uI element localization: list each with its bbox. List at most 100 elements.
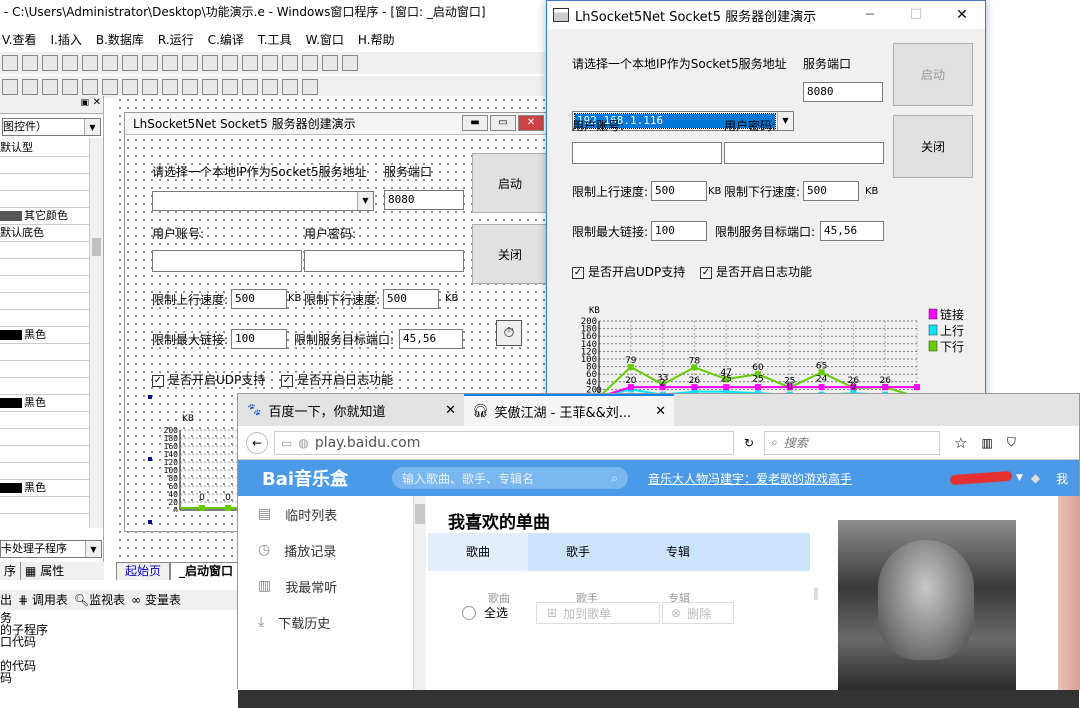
toolbar-button-icon[interactable] <box>182 55 198 71</box>
toolbar-button-icon[interactable] <box>82 79 98 95</box>
df-start-button[interactable]: 启动 <box>472 153 548 213</box>
selection-handle[interactable] <box>148 395 152 399</box>
reading-list-icon[interactable]: ▥ <box>982 436 993 450</box>
toolbar-button-icon[interactable] <box>302 79 318 95</box>
property-row[interactable] <box>0 463 89 480</box>
toolbar-button-icon[interactable] <box>222 55 238 71</box>
df-down-field[interactable]: 500 <box>383 289 439 309</box>
tab-program[interactable]: 序 <box>0 562 22 580</box>
timer-icon[interactable]: ⏱ <box>496 320 522 346</box>
property-row[interactable]: 默认底色 <box>0 225 89 242</box>
tab-properties[interactable]: ▦ 属性 <box>21 562 68 580</box>
sidebar-scrollbar[interactable] <box>414 496 426 690</box>
property-row[interactable]: 其它颜色 <box>0 208 89 225</box>
menu-item-5[interactable]: T.工具 <box>258 30 292 50</box>
tab-output[interactable]: 出 <box>0 590 12 610</box>
menu-item-1[interactable]: I.插入 <box>50 30 81 50</box>
scrollbar-thumb[interactable] <box>92 238 101 256</box>
star-icon[interactable]: ☆ <box>954 434 967 452</box>
close-icon[interactable]: ✕ <box>445 403 456 418</box>
chevron-down-icon[interactable]: ▼ <box>84 119 100 135</box>
property-row[interactable] <box>0 344 89 361</box>
sidebar-item-0[interactable]: ▤ 临时列表 <box>238 496 413 532</box>
toolbar-button-icon[interactable] <box>242 55 258 71</box>
toolbar-button-icon[interactable] <box>122 55 138 71</box>
toolbar-button-icon[interactable] <box>42 79 58 95</box>
close-icon[interactable]: ✕ <box>93 97 101 108</box>
select-all-checkbox[interactable]: 全选 <box>462 604 508 621</box>
tab-songs[interactable]: 歌曲 <box>428 533 528 571</box>
close-button[interactable]: 关闭 <box>893 115 973 178</box>
menu-item-3[interactable]: R.运行 <box>158 30 194 50</box>
property-row[interactable] <box>0 259 89 276</box>
selection-handle[interactable] <box>148 457 152 461</box>
property-row[interactable]: 黑色 <box>0 395 89 412</box>
toolbar-button-icon[interactable] <box>202 79 218 95</box>
property-row[interactable] <box>0 157 89 174</box>
port-field[interactable]: 8080 <box>803 82 883 102</box>
toolbar-button-icon[interactable] <box>242 79 258 95</box>
toolbar-button-icon[interactable] <box>182 79 198 95</box>
toolbar-button-icon[interactable] <box>122 79 138 95</box>
toolbar-button-icon[interactable] <box>22 79 38 95</box>
pass-field[interactable] <box>724 142 884 164</box>
toolbar-button-icon[interactable] <box>22 55 38 71</box>
property-row[interactable] <box>0 191 89 208</box>
close-icon[interactable]: ✕ <box>655 404 666 419</box>
chevron-down-icon[interactable]: ▼ <box>357 192 373 210</box>
url-bar[interactable]: ▭ ◍ play.baidu.com <box>274 430 734 455</box>
df-udp-checkbox[interactable]: ✓ 是否开启UDP支持 <box>152 371 265 388</box>
udp-checkbox[interactable]: ✓ 是否开启UDP支持 <box>572 263 685 280</box>
chevron-down-icon[interactable]: ▼ <box>85 541 101 557</box>
sidebar-item-1[interactable]: ◷ 播放记录 <box>238 532 413 568</box>
toolbar-button-icon[interactable] <box>162 79 178 95</box>
maxconn-field[interactable]: 100 <box>651 221 707 241</box>
tab-start-page[interactable]: 起始页 <box>116 562 171 580</box>
property-row[interactable] <box>0 378 89 395</box>
property-row[interactable]: 默认型 <box>0 140 89 157</box>
toolbar-button-icon[interactable] <box>82 55 98 71</box>
minimize-button[interactable]: ─ <box>847 1 893 29</box>
menu-item-2[interactable]: B.数据库 <box>96 30 144 50</box>
music-search-input[interactable]: 输入歌曲、歌手、专辑名 ⌕ <box>392 467 628 489</box>
toolbar-button-icon[interactable] <box>2 55 18 71</box>
sidebar-item-3[interactable]: ⤓ 下载历史 <box>238 604 413 640</box>
delete-button[interactable]: ⊗ 删除 <box>662 602 734 624</box>
reload-icon[interactable]: ↻ <box>744 436 754 450</box>
socket5-window[interactable]: LhSocket5Net Socket5 服务器创建演示 ─ ☐ ✕ 请选择一个… <box>546 0 986 422</box>
tab-startup-window[interactable]: _启动窗口 <box>170 562 243 580</box>
toolbar-button-icon[interactable] <box>62 55 78 71</box>
promo-link[interactable]: 音乐大人物冯建宇：爱老歌的游戏高手 <box>648 470 938 487</box>
up-field[interactable]: 500 <box>651 181 707 201</box>
target-field[interactable]: 45,56 <box>820 221 884 241</box>
df-close-button[interactable]: 关闭 <box>472 224 548 284</box>
close-window-button[interactable]: ✕ <box>939 1 985 29</box>
df-ip-combo[interactable]: ▼ <box>152 191 374 211</box>
pocket-icon[interactable]: ⛉ <box>1007 435 1016 450</box>
component-combo[interactable]: 图控件） ▼ <box>2 118 101 136</box>
df-pass-field[interactable] <box>304 250 464 272</box>
menu-item-7[interactable]: H.帮助 <box>358 30 395 50</box>
df-target-field[interactable]: 45,56 <box>399 329 463 349</box>
df-port-field[interactable]: 8080 <box>384 190 464 210</box>
menu-item-6[interactable]: W.窗口 <box>306 30 344 50</box>
pin-icon[interactable]: ▣ <box>80 98 89 108</box>
tab-albums[interactable]: 专辑 <box>628 533 728 571</box>
df-log-checkbox[interactable]: ✓ 是否开启日志功能 <box>281 371 393 388</box>
toolbar-button-icon[interactable] <box>142 55 158 71</box>
browser-window[interactable]: 🐾︎ 百度一下，你就知道 ✕ 🎧︎ 笑傲江湖 - 王菲&&刘... ✕ ← ▭ … <box>237 393 1080 708</box>
diamond-icon[interactable]: ◆ <box>1031 471 1040 485</box>
baidu-music-logo[interactable]: Bai音乐盒 <box>262 465 392 491</box>
tab-watch[interactable]: 🔍︎监视表 <box>74 590 125 610</box>
my-link[interactable]: 我 <box>1056 470 1068 487</box>
toolbar-button-icon[interactable] <box>42 55 58 71</box>
property-row[interactable] <box>0 446 89 463</box>
property-row[interactable] <box>0 276 89 293</box>
toolbar-button-icon[interactable] <box>262 55 278 71</box>
toolbar-button-icon[interactable] <box>102 79 118 95</box>
browser-search-box[interactable]: ⌕ 搜索 <box>764 430 941 455</box>
property-row[interactable] <box>0 310 89 327</box>
toolbar-button-icon[interactable] <box>202 55 218 71</box>
maximize-button[interactable]: ☐ <box>893 1 939 29</box>
property-row[interactable]: 黑色 <box>0 480 89 497</box>
